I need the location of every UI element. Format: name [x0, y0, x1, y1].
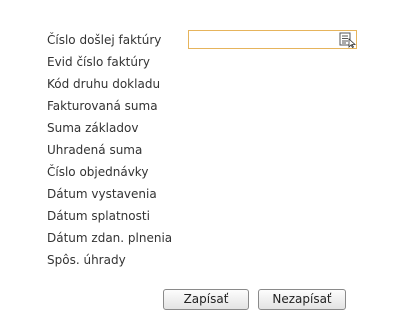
- label-invoice-number: Číslo došlej faktúry: [47, 33, 162, 47]
- save-button[interactable]: Zapísať: [163, 289, 249, 310]
- invoice-number-input[interactable]: [189, 31, 335, 48]
- label-evid-number: Evid číslo faktúry: [47, 55, 150, 69]
- invoice-number-field[interactable]: [188, 30, 357, 49]
- label-issue-date: Dátum vystavenia: [47, 187, 157, 201]
- label-base-amount: Suma základov: [47, 121, 139, 135]
- label-due-date: Dátum splatnosti: [47, 209, 150, 223]
- label-payment-method: Spôs. úhrady: [47, 253, 126, 267]
- label-tax-date: Dátum zdan. plnenia: [47, 231, 173, 245]
- label-invoiced-amount: Fakturovaná suma: [47, 99, 158, 113]
- label-paid-amount: Uhradená suma: [47, 143, 143, 157]
- label-order-number: Číslo objednávky: [47, 165, 149, 179]
- cancel-button[interactable]: Nezapísať: [258, 289, 346, 310]
- list-lookup-icon[interactable]: [338, 31, 357, 49]
- label-document-type-code: Kód druhu dokladu: [47, 77, 161, 91]
